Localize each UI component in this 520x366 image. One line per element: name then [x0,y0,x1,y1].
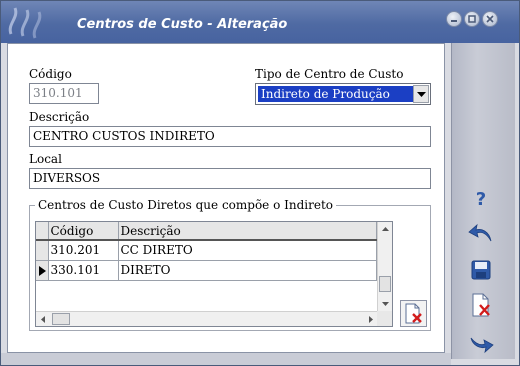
restore-icon[interactable] [464,11,480,27]
cell-codigo[interactable]: 310.201 [48,240,119,261]
column-header-codigo[interactable]: Código [48,222,119,241]
cell-descricao[interactable]: DIRETO [118,260,377,281]
redo-icon[interactable] [467,328,495,356]
group-title: Centros de Custo Diretos que compõe o In… [35,198,336,212]
local-label: Local [29,152,62,166]
title-bar[interactable]: Centros de Custo - Alteração [1,1,519,43]
help-icon[interactable]: ? [467,184,495,212]
close-icon[interactable] [482,11,498,27]
tipo-label: Tipo de Centro de Custo [255,67,404,81]
app-logo-icon [8,7,42,39]
delete-document-icon[interactable] [467,291,495,319]
current-row-indicator-icon [36,260,49,281]
grid-table: Código Descrição 310.201 CC DIRETO 330.1… [36,222,377,281]
window-title: Centros de Custo - Alteração [77,17,288,32]
scrollbar-corner [377,311,392,326]
minimize-icon[interactable] [446,11,462,27]
chevron-down-icon[interactable] [413,85,429,103]
data-grid[interactable]: Código Descrição 310.201 CC DIRETO 330.1… [35,221,393,327]
horizontal-scrollbar[interactable] [36,311,378,326]
scroll-left-icon[interactable] [38,312,48,327]
scroll-up-icon[interactable] [378,224,393,234]
column-header-descricao[interactable]: Descrição [118,222,377,241]
descricao-label: Descrição [29,110,90,124]
horizontal-scroll-thumb[interactable] [52,313,70,325]
save-icon[interactable] [467,256,495,284]
undo-icon[interactable] [467,219,495,247]
descricao-field[interactable]: CENTRO CUSTOS INDIRETO [29,126,431,147]
window: Centros de Custo - Alteração Código 310.… [0,0,520,366]
codigo-label: Código [29,67,72,81]
row-indicator-header [36,222,49,241]
grid-header-row: Código Descrição [36,222,377,241]
table-row[interactable]: 330.101 DIRETO [36,260,377,281]
svg-text:?: ? [476,189,486,210]
delete-document-icon [405,303,422,324]
tipo-select[interactable]: Indireto de Produção [255,83,431,105]
scroll-down-icon[interactable] [378,299,393,309]
vertical-scroll-thumb[interactable] [379,276,391,292]
cell-codigo[interactable]: 330.101 [48,260,119,281]
scroll-right-icon[interactable] [366,312,376,327]
codigo-field[interactable]: 310.101 [29,83,99,104]
vertical-scrollbar[interactable] [377,222,392,311]
local-field[interactable]: DIVERSOS [29,168,431,189]
cell-descricao[interactable]: CC DIRETO [118,240,377,261]
delete-row-button[interactable] [400,300,427,327]
tipo-selected-value: Indireto de Produção [257,85,415,103]
status-strip [1,353,451,365]
table-row[interactable]: 310.201 CC DIRETO [36,240,377,261]
row-indicator [36,240,49,261]
